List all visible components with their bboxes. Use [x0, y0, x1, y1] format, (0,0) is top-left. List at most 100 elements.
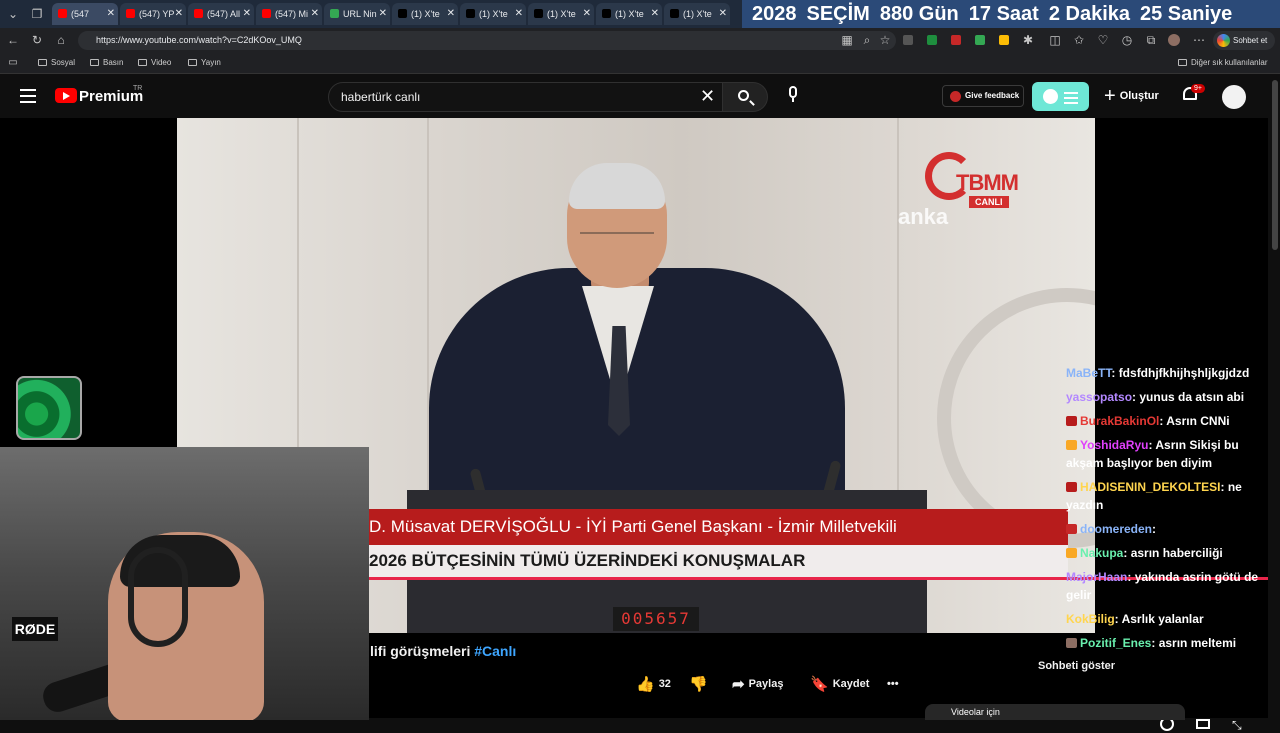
- chat-username[interactable]: HADISENIN_DEKOLTESI: [1080, 480, 1220, 494]
- bookmark-folder-basin[interactable]: Basın: [90, 58, 123, 67]
- search-button[interactable]: [722, 82, 768, 112]
- theater-mode-icon[interactable]: [1196, 719, 1210, 729]
- search-input[interactable]: habertürk canlı: [328, 82, 726, 112]
- chat-username[interactable]: doomereden: [1080, 522, 1152, 536]
- tab-close-icon[interactable]: ✕: [583, 3, 591, 25]
- bookmark-folder-video[interactable]: Video: [138, 58, 171, 67]
- create-label: Oluştur: [1119, 90, 1159, 102]
- zoom-icon[interactable]: ⌕: [860, 33, 874, 47]
- browser-tab[interactable]: (547 ✕: [52, 3, 118, 25]
- chat-overlay: MaBeTT: fdsfdhjfkhijhşhljkgjdzd yassopats…: [1066, 364, 1270, 658]
- bookmark-folder-yayin[interactable]: Yayın: [188, 58, 221, 67]
- tab-favicon-icon: [466, 9, 475, 18]
- tab-close-icon[interactable]: ✕: [719, 3, 727, 25]
- hashtag-link[interactable]: #Canlı: [474, 643, 516, 659]
- tab-label: (547) All: [207, 9, 241, 19]
- favorite-star-icon[interactable]: ☆: [878, 33, 892, 47]
- bookmark-folder-sosyal[interactable]: Sosyal: [38, 58, 75, 67]
- tab-close-icon[interactable]: ✕: [447, 3, 455, 25]
- share-button[interactable]: ➦ Paylaş: [732, 675, 783, 694]
- hamburger-menu-icon[interactable]: [20, 89, 36, 103]
- address-bar[interactable]: https://www.youtube.com/watch?v=C2dKOov_…: [78, 31, 896, 50]
- tab-close-icon[interactable]: ✕: [107, 3, 115, 25]
- chat-message: yassopatso: yunus da atsın abi: [1066, 388, 1270, 406]
- browser-tab[interactable]: (1) X'te ✕: [528, 3, 594, 25]
- other-bookmarks[interactable]: Diğer sık kullanılanlar: [1178, 58, 1267, 67]
- give-feedback-button[interactable]: Give feedback: [942, 85, 1024, 107]
- extensions-puzzle-icon[interactable]: ✱: [1021, 33, 1035, 47]
- tbmm-logo-text: TBMM: [956, 170, 1019, 195]
- country-code: TR: [133, 85, 143, 92]
- extension-icon[interactable]: [999, 35, 1009, 45]
- more-actions-button[interactable]: •••: [887, 675, 899, 693]
- chat-separator: :: [1123, 546, 1131, 560]
- rode-mic-logo: RØDE: [12, 617, 58, 641]
- profile-avatar[interactable]: [1168, 34, 1180, 46]
- tab-favicon-icon: [534, 9, 543, 18]
- extension-icon[interactable]: [951, 35, 961, 45]
- fullscreen-icon[interactable]: ⤡: [1232, 718, 1242, 733]
- create-button[interactable]: + Oluştur: [1104, 86, 1159, 106]
- tab-close-icon[interactable]: ✕: [311, 3, 319, 25]
- tab-list-icon[interactable]: ⌄: [6, 7, 20, 21]
- copilot-chat-button[interactable]: Sohbet et: [1213, 31, 1275, 50]
- favorites-icon[interactable]: ✩: [1072, 33, 1086, 47]
- reading-list-icon[interactable]: ▭: [6, 56, 20, 70]
- clear-search-icon[interactable]: ✕: [700, 87, 715, 105]
- bookmark-label: Video: [151, 58, 172, 67]
- browser-tab[interactable]: (1) X'te ✕: [392, 3, 458, 25]
- workspaces-icon[interactable]: ❐: [30, 7, 44, 21]
- tab-close-icon[interactable]: ✕: [175, 3, 183, 25]
- browser-tab[interactable]: (547) All ✕: [188, 3, 254, 25]
- browser-tab[interactable]: URL Nin ✕: [324, 3, 390, 25]
- youtube-header: Premium TR habertürk canlı ✕ Give feedba…: [0, 76, 1270, 118]
- youtube-premium-logo[interactable]: Premium: [55, 88, 143, 106]
- tab-close-icon[interactable]: ✕: [379, 3, 387, 25]
- screenshot-icon[interactable]: ⧉: [1144, 33, 1158, 47]
- save-button[interactable]: 🔖 Kaydet: [810, 675, 869, 694]
- thumbs-down-icon: 👎: [689, 676, 708, 693]
- tab-favicon-icon: [262, 9, 271, 18]
- browser-tab[interactable]: (1) X'te ✕: [596, 3, 662, 25]
- tab-close-icon[interactable]: ✕: [651, 3, 659, 25]
- dislike-button[interactable]: 👎: [689, 675, 712, 694]
- chat-username[interactable]: yassopatso: [1066, 390, 1132, 404]
- tab-label: URL Nin: [343, 9, 377, 19]
- grid-icon[interactable]: ▦: [840, 33, 854, 47]
- countdown-part: 2028: [752, 3, 797, 25]
- chat-username[interactable]: KokBilig: [1066, 612, 1115, 626]
- account-avatar[interactable]: [1222, 85, 1246, 109]
- chat-username[interactable]: BurakBakinOl: [1080, 414, 1159, 428]
- split-view-icon[interactable]: ◫: [1048, 33, 1062, 47]
- tab-close-icon[interactable]: ✕: [243, 3, 251, 25]
- browser-tab[interactable]: (1) X'te ✕: [460, 3, 526, 25]
- chat-username[interactable]: Nakupa: [1080, 546, 1123, 560]
- tab-favicon-icon: [398, 9, 407, 18]
- tab-close-icon[interactable]: ✕: [515, 3, 523, 25]
- history-icon[interactable]: ◷: [1120, 33, 1134, 47]
- browser-tab[interactable]: (1) X'te ✕: [664, 3, 730, 25]
- tab-label: (547) Mi: [275, 9, 309, 19]
- back-icon[interactable]: ←: [6, 33, 20, 47]
- like-button[interactable]: 👍 32: [636, 675, 671, 694]
- chat-username[interactable]: MajorHaan: [1066, 570, 1127, 584]
- chat-username[interactable]: YoshidaRyu: [1080, 438, 1148, 452]
- show-chat-button[interactable]: Sohbeti göster: [1038, 660, 1115, 672]
- collections-icon[interactable]: ♡: [1096, 33, 1110, 47]
- chat-username[interactable]: Pozitif_Enes: [1080, 636, 1151, 650]
- browser-tab[interactable]: (547) Mi ✕: [256, 3, 322, 25]
- chat-username[interactable]: MaBeTT: [1066, 366, 1111, 380]
- tab-favicon-icon: [58, 9, 67, 18]
- more-menu-icon[interactable]: ⋯: [1192, 33, 1206, 47]
- voice-search-icon[interactable]: [787, 86, 799, 106]
- home-icon[interactable]: ⌂: [54, 33, 68, 47]
- jar-overlay-icon: [16, 376, 82, 440]
- extension-icon[interactable]: [975, 35, 985, 45]
- extension-icon[interactable]: [903, 35, 913, 45]
- theme-toggle-button[interactable]: [1032, 82, 1089, 111]
- reload-icon[interactable]: ↻: [30, 33, 44, 47]
- extension-icon[interactable]: [927, 35, 937, 45]
- scrollbar-thumb[interactable]: [1272, 80, 1278, 250]
- browser-tab[interactable]: (547) YP ✕: [120, 3, 186, 25]
- chat-message: Nakupa: asrın haberciliği: [1066, 544, 1270, 562]
